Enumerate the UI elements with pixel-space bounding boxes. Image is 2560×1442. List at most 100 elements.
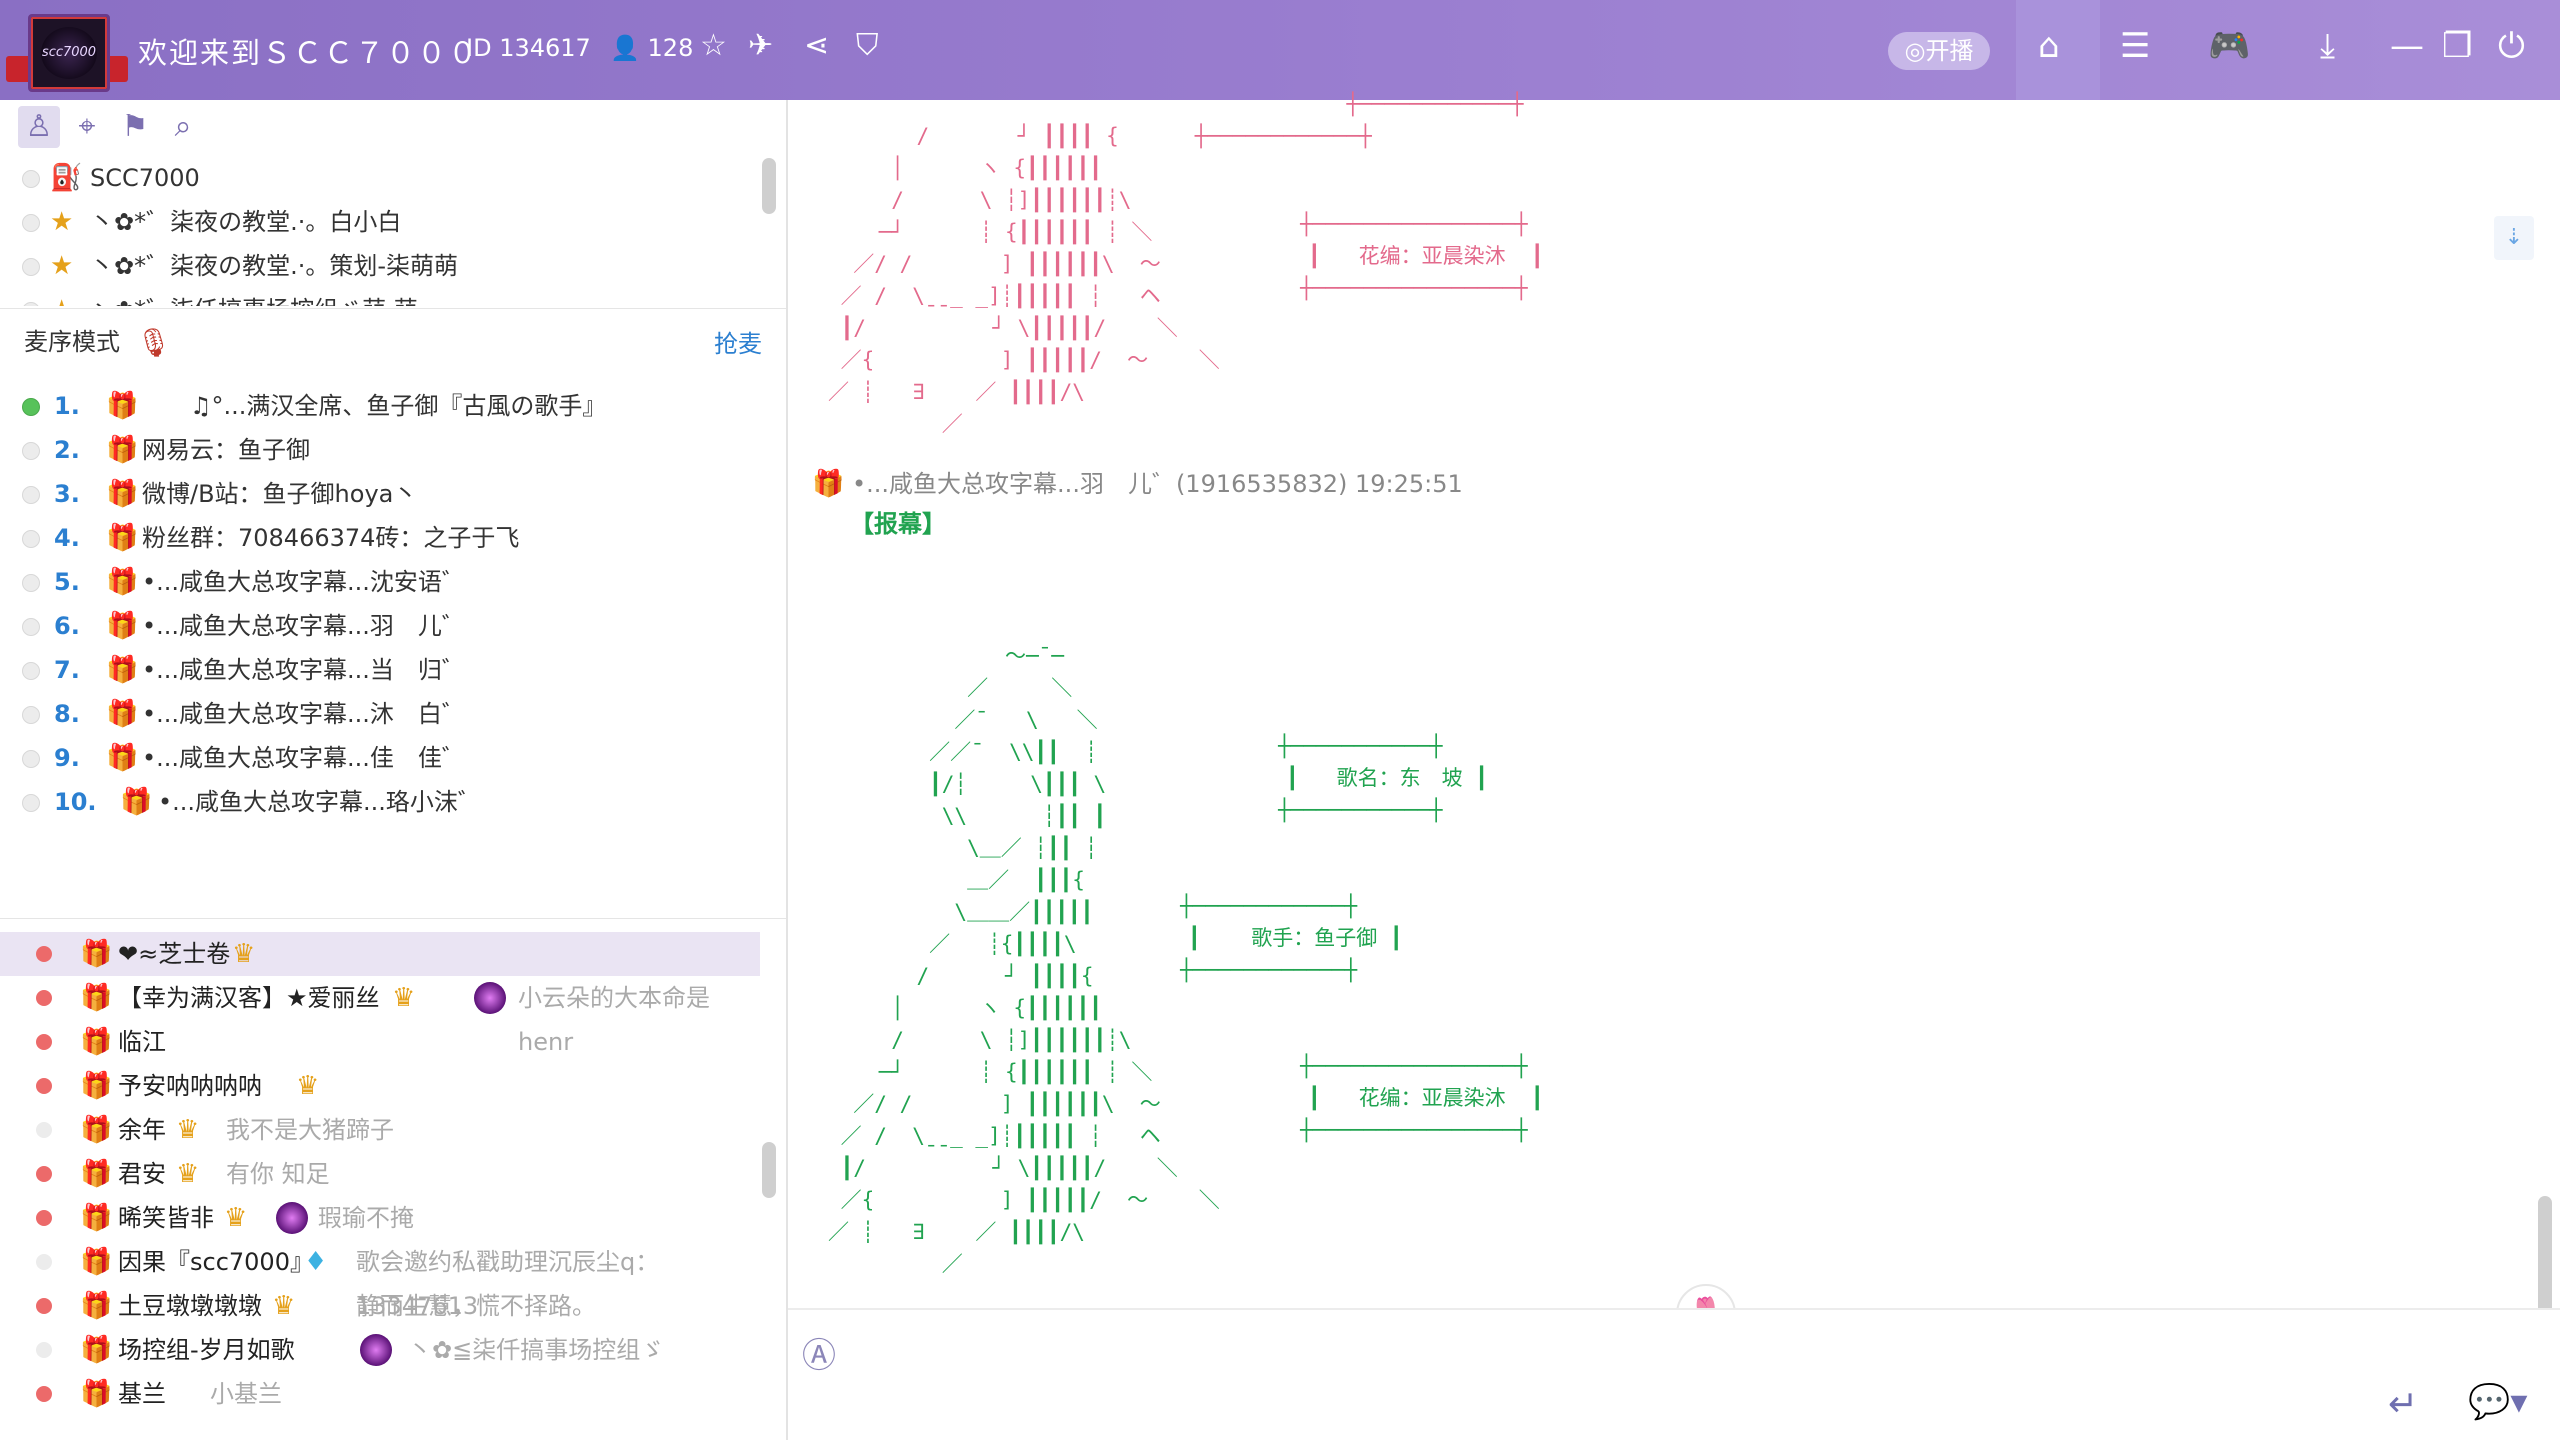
gift-icon: 🎁 — [80, 1203, 113, 1233]
queue-item[interactable]: 9. 🎁 •...咸鱼大总攻字幕...佳 佳゛ — [0, 736, 786, 780]
queue-item[interactable]: 2. 🎁 网易云：鱼子御 — [0, 428, 786, 472]
user-count-value: 128 — [647, 34, 694, 62]
member-row[interactable]: 🎁 土豆墩墩墩墩 ♛ 静而生慧，慌不择路。 — [0, 1284, 760, 1328]
search-icon[interactable]: ⌕ — [162, 106, 204, 148]
song-box-top: ┼───────────┼ — [1278, 734, 1443, 758]
status-dot — [36, 1034, 52, 1050]
member-row[interactable]: 🎁 临江 — [0, 1020, 760, 1064]
restore-icon[interactable]: ❐ — [2442, 26, 2472, 66]
queue-item[interactable]: 5. 🎁 •...咸鱼大总攻字幕...沈安语゛ — [0, 560, 786, 604]
queue-item[interactable]: 6. 🎁 •...咸鱼大总攻字幕...羽 儿゛ — [0, 604, 786, 648]
admin-row[interactable]: ★ 丶✿*゛柒夜の教堂.·。白小白 — [0, 200, 760, 244]
power-icon[interactable]: ⏻ — [2498, 26, 2525, 66]
title-bar: scc7000 欢迎来到ＳＣＣ７０００ ID 134617 👤 128 ☆ ✈ … — [0, 0, 2560, 100]
send-icon[interactable]: ↵ — [2388, 1384, 2418, 1425]
status-dot — [22, 706, 40, 724]
member-row[interactable]: 🎁 因果『scc7000』 ♦ 歌会邀约私戳助理沉辰尘q：13347613 — [0, 1240, 760, 1320]
chat-scrollbar[interactable] — [2538, 1196, 2552, 1316]
star-icon[interactable]: ☆ — [700, 28, 727, 63]
gamepad-icon[interactable]: 🎮 — [2208, 26, 2250, 66]
crown-icon: ♛ — [176, 1115, 200, 1145]
gem-icon — [360, 1334, 392, 1366]
divider — [0, 308, 786, 309]
member-row[interactable]: 🎁 【幸为满汉客】★爱丽丝 ♛ 小云朵的大本命是henr — [0, 976, 760, 1056]
status-dot — [22, 442, 40, 460]
gift-icon: 🎁 — [106, 391, 139, 421]
status-dot — [22, 398, 40, 416]
member-scrollbar[interactable] — [762, 1142, 776, 1198]
go-live-button[interactable]: ◎开播 — [1888, 32, 1990, 70]
divider — [0, 918, 786, 919]
member-list: 🎁 ❤≈芝士卷 ♛ 🎁 【幸为满汉客】★爱丽丝 ♛ 小云朵的大本命是henr 🎁… — [0, 932, 786, 1440]
crown-icon: ♛ — [232, 939, 256, 969]
status-dot — [22, 170, 40, 188]
status-dot — [22, 486, 40, 504]
share-icon[interactable]: ⋖ — [804, 28, 829, 63]
gift-icon: 🎁 — [80, 1027, 113, 1057]
status-dot — [36, 1298, 52, 1314]
crown-icon: ♛ — [392, 983, 416, 1013]
gift-icon: 🎁 — [106, 567, 139, 597]
queue-item[interactable]: 1. 🎁 ♫°...满汉全席、鱼子御『古風の歌手』 — [0, 384, 786, 428]
status-dot — [22, 750, 40, 768]
gift-icon: 🎁 — [80, 1335, 113, 1365]
admin-list: ⛽ SCC7000 ★ 丶✿*゛柒夜の教堂.·。白小白 ★ 丶✿*゛柒夜の教堂.… — [0, 156, 760, 306]
member-row[interactable]: 🎁 晞笑皆非 ♛ 瑕瑜不掩 — [0, 1196, 760, 1240]
bookmark-icon[interactable]: ⚑ — [114, 106, 156, 148]
status-dot — [36, 1122, 52, 1138]
scroll-down-icon[interactable]: ⇣ — [2494, 216, 2534, 260]
crown-icon: ♛ — [272, 1291, 296, 1321]
room-logo[interactable]: scc7000 — [28, 14, 110, 92]
font-style-icon[interactable]: Ⓐ — [802, 1328, 836, 1377]
admin-row[interactable]: ★ 丶✿*゛柒仟搞事场控组ゞ萌 萌 — [0, 288, 760, 306]
home-tab[interactable]: ⌂ — [2016, 0, 2100, 100]
list-icon[interactable]: ☰ — [2120, 26, 2150, 66]
queue-item[interactable]: 10. 🎁 •...咸鱼大总攻字幕...珞小沫゛ — [0, 780, 786, 824]
queue-item[interactable]: 3. 🎁 微博/B站：鱼子御hoya丶 — [0, 472, 786, 516]
status-dot — [36, 1254, 52, 1270]
input-area: Ⓐ ↵ 💬▾ — [788, 1308, 2560, 1442]
gift-icon: 🎁 — [80, 1291, 113, 1321]
editor-box-bottom: ┼────────────────┼ — [1300, 1118, 1528, 1142]
status-dot — [22, 302, 40, 306]
member-row[interactable]: 🎁 ❤≈芝士卷 ♛ — [0, 932, 760, 976]
user-icon[interactable]: ♙ — [18, 106, 60, 148]
shield-icon[interactable]: ⛉ — [856, 28, 879, 63]
status-dot — [36, 1386, 52, 1402]
home-icon: ⌂ — [2038, 26, 2060, 66]
badge-icon: ★ — [50, 251, 74, 281]
member-row[interactable]: 🎁 予安呐呐呐呐 ♛ — [0, 1064, 760, 1108]
member-row[interactable]: 🎁 余年 ♛ 我不是大猪蹄子 — [0, 1108, 760, 1152]
status-dot — [36, 946, 52, 962]
download-icon[interactable]: ⤓ — [2320, 26, 2335, 66]
gift-icon: 🎁 — [106, 479, 139, 509]
member-row[interactable]: 🎁 基兰 小基兰 — [0, 1372, 760, 1416]
admin-row[interactable]: ⛽ SCC7000 — [0, 156, 760, 200]
gift-icon: 🎁 — [80, 983, 113, 1013]
minimize-icon[interactable]: — — [2390, 26, 2424, 66]
status-dot — [22, 574, 40, 592]
plane-icon[interactable]: ✈ — [748, 28, 773, 63]
gift-icon: 🎁 — [106, 699, 139, 729]
singer-box-bottom: ┼────────────┼ — [1180, 958, 1358, 982]
grab-mic-button[interactable]: 抢麦 — [714, 324, 762, 359]
admin-row[interactable]: ★ 丶✿*゛柒夜の教堂.·。策划-柒萌萌 — [0, 244, 760, 288]
room-title: 欢迎来到ＳＣＣ７０００ — [138, 36, 480, 70]
chat-bubble-icon[interactable]: 💬▾ — [2468, 1382, 2527, 1422]
editor-box-top: ┼────────────────┼ — [1300, 1054, 1528, 1078]
gift-icon: 🎁 — [120, 787, 153, 817]
member-row[interactable]: 🎁 君安 ♛ 有你 知足 — [0, 1152, 760, 1196]
song-name: ┃ 歌名：东 坡 ┃ — [1286, 766, 1488, 790]
singer-name: ┃ 歌手：鱼子御 ┃ — [1188, 926, 1403, 950]
admin-scrollbar[interactable] — [762, 158, 776, 214]
status-dot — [22, 530, 40, 548]
location-icon[interactable]: ⌖ — [66, 106, 108, 148]
mic-icon[interactable]: 🎙 — [136, 326, 172, 359]
queue-item[interactable]: 4. 🎁 粉丝群：708466374砖：之子于飞 — [0, 516, 786, 560]
queue-item[interactable]: 8. 🎁 •...咸鱼大总攻字幕...沐 白゛ — [0, 692, 786, 736]
gift-icon: 🎁 — [812, 469, 845, 499]
chat-input[interactable] — [858, 1330, 2402, 1372]
queue-item[interactable]: 7. 🎁 •...咸鱼大总攻字幕...当 归゛ — [0, 648, 786, 692]
badge-icon: ⛽ — [50, 163, 83, 193]
member-row[interactable]: 🎁 场控组-岁月如歌 丶✿≦柒仟搞事场控组ゞ — [0, 1328, 760, 1372]
